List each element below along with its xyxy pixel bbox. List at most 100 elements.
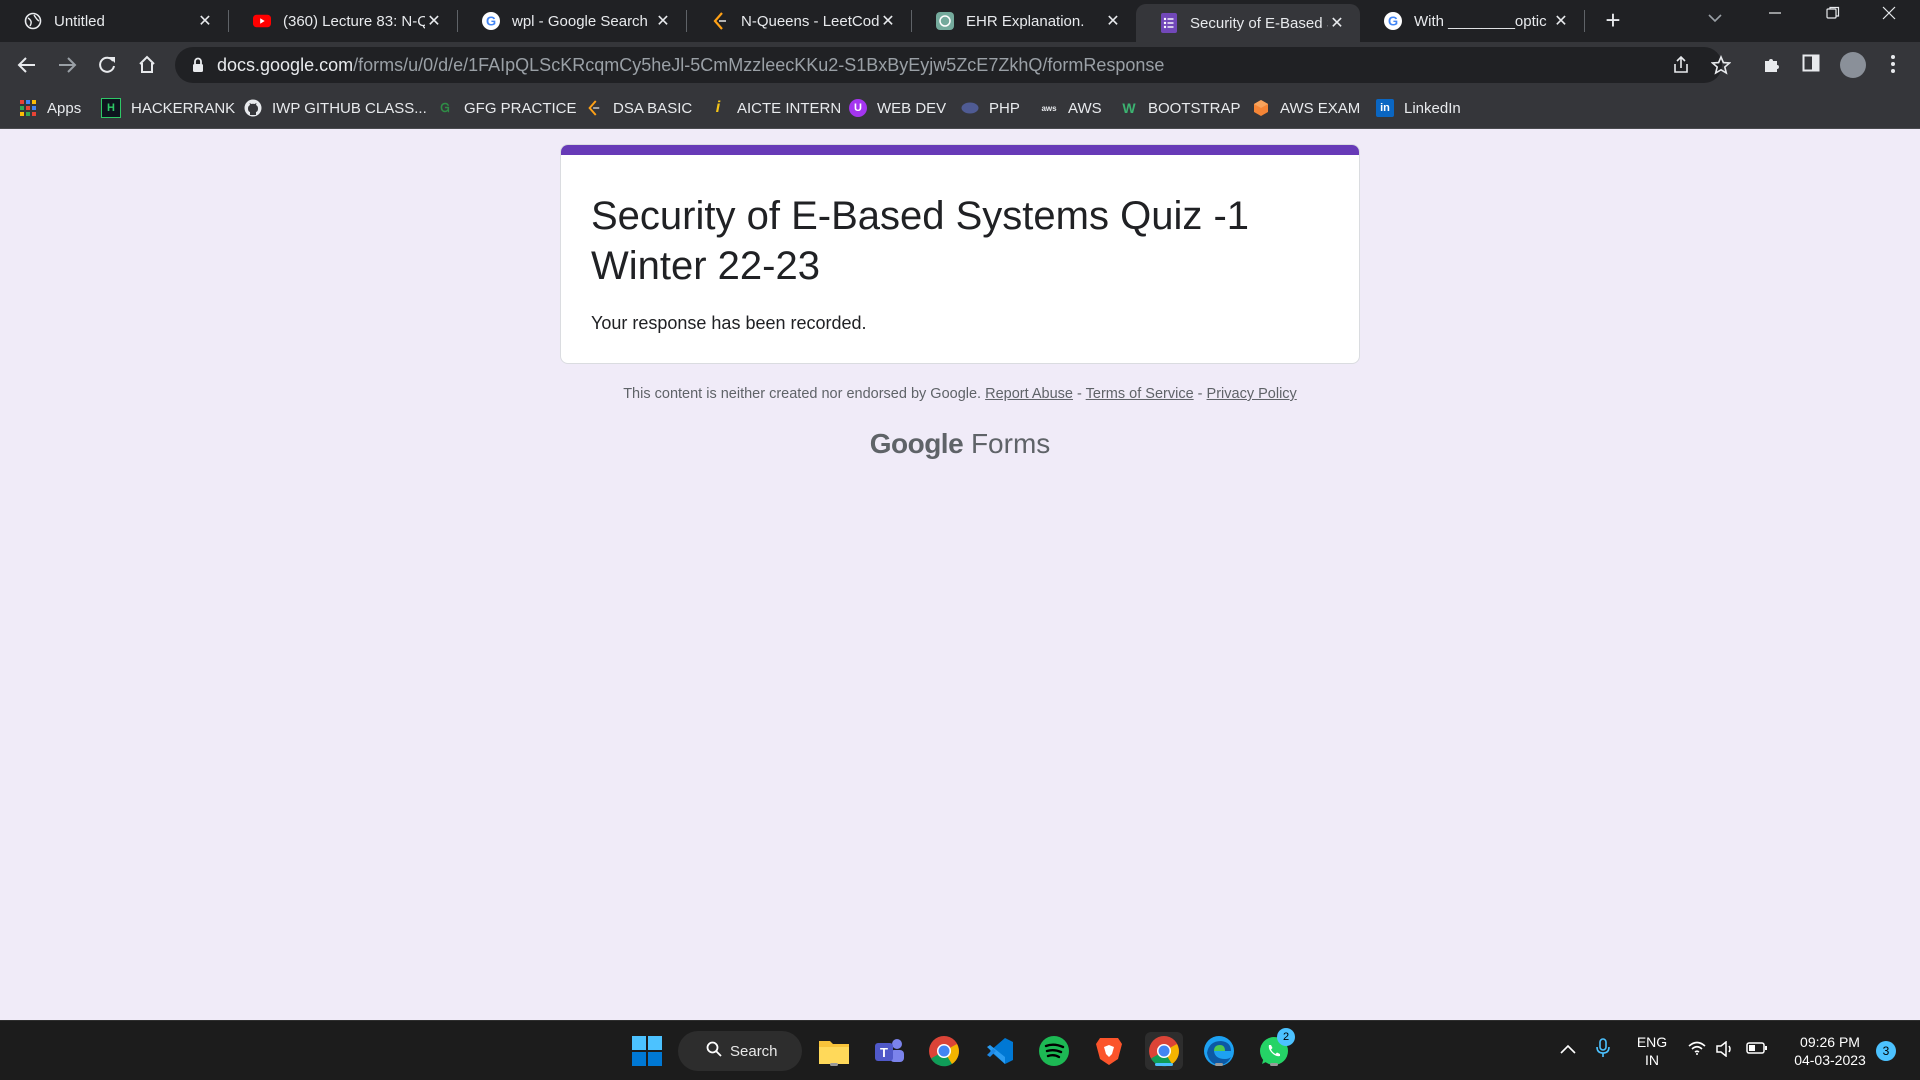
report-abuse-link[interactable]: Report Abuse: [985, 386, 1073, 402]
close-icon[interactable]: ✕: [879, 11, 897, 31]
system-clock[interactable]: 09:26 PM 04-03-2023: [1780, 1033, 1880, 1069]
close-icon[interactable]: ✕: [1104, 11, 1122, 31]
close-icon[interactable]: ✕: [425, 11, 443, 31]
aicte-icon: i: [715, 99, 721, 116]
vscode-icon[interactable]: [980, 1032, 1018, 1070]
bookmark-dsa-basic[interactable]: DSA BASIC: [585, 88, 692, 128]
form-title: Security of E-Based Systems Quiz -1 Wint…: [591, 194, 1250, 288]
tab-search-chevron-icon[interactable]: [1708, 10, 1722, 26]
bookmark-label: IWP GITHUB CLASS...: [272, 99, 427, 117]
tab-title: With ________optic: [1414, 12, 1547, 30]
windows-start-icon[interactable]: [628, 1032, 666, 1070]
whatsapp-icon[interactable]: 2: [1255, 1028, 1295, 1070]
tab-google-search[interactable]: G wpl - Google Search ✕: [458, 0, 686, 42]
bookmark-apps[interactable]: Apps: [19, 88, 81, 128]
tab-untitled[interactable]: Untitled ✕: [0, 0, 228, 42]
brand-forms: Forms: [970, 428, 1051, 459]
leetcode-icon: [711, 12, 729, 30]
new-tab-button[interactable]: +: [1600, 7, 1626, 34]
globe-icon: [24, 12, 42, 30]
share-icon[interactable]: [1671, 55, 1691, 80]
running-indicator: [1270, 1063, 1278, 1066]
search-label: Search: [730, 1042, 778, 1060]
aws-icon: aws: [1041, 103, 1057, 113]
close-window-button[interactable]: [1882, 6, 1896, 25]
bookmark-label: LinkedIn: [1404, 99, 1461, 117]
taskbar-search-box[interactable]: Search: [678, 1031, 802, 1071]
menu-kebab-icon[interactable]: [1890, 54, 1896, 79]
reload-button[interactable]: [92, 50, 122, 80]
spotify-icon[interactable]: [1035, 1032, 1073, 1070]
close-icon[interactable]: ✕: [1552, 11, 1570, 31]
close-icon[interactable]: ✕: [654, 11, 672, 31]
close-icon[interactable]: ✕: [196, 11, 214, 31]
running-indicator: [1215, 1063, 1223, 1066]
google-forms-logo[interactable]: Google Forms: [560, 428, 1360, 460]
link-separator: -: [1197, 386, 1203, 402]
bookmark-gfg-practice[interactable]: Ꮐ GFG PRACTICE: [436, 88, 577, 128]
bookmark-label: PHP: [989, 99, 1020, 117]
bookmark-iwp-github[interactable]: IWP GITHUB CLASS...: [244, 88, 427, 128]
input-language-indicator[interactable]: ENG IN: [1636, 1033, 1668, 1069]
extensions-puzzle-icon[interactable]: [1762, 54, 1782, 79]
privacy-policy-link[interactable]: Privacy Policy: [1207, 386, 1297, 402]
file-explorer-icon[interactable]: [815, 1032, 853, 1070]
disclaimer-text: This content is neither created nor endo…: [623, 386, 982, 402]
home-button[interactable]: [132, 50, 162, 80]
volume-icon[interactable]: [1716, 1040, 1734, 1061]
bookmark-label: AICTE INTERN: [737, 99, 842, 117]
tab-title: (360) Lecture 83: N-Q: [283, 12, 425, 30]
brave-icon[interactable]: [1090, 1032, 1128, 1070]
gfg-icon: Ꮐ: [440, 100, 450, 115]
tab-security-form[interactable]: Security of E-Based Sy ✕: [1136, 4, 1360, 42]
terms-of-service-link[interactable]: Terms of Service: [1086, 386, 1194, 402]
response-recorded-message: Your response has been recorded.: [591, 313, 867, 333]
form-accent-bar: [561, 145, 1359, 155]
bookmark-label: AWS EXAM: [1280, 99, 1361, 117]
tray-overflow-chevron-icon[interactable]: [1560, 1041, 1576, 1058]
url-path: /forms/u/0/d/e/1FAIpQLScKRcqmCy5heJl-5Cm…: [353, 55, 1165, 75]
bookmark-hackerrank[interactable]: H HACKERRANK: [101, 88, 235, 128]
bookmark-label: DSA BASIC: [613, 99, 693, 117]
chrome-active-icon[interactable]: [1145, 1032, 1183, 1070]
microphone-icon[interactable]: [1596, 1038, 1610, 1062]
bookmark-label: GFG PRACTICE: [464, 99, 577, 117]
address-bar[interactable]: docs.google.com/forms/u/0/d/e/1FAIpQLScK…: [175, 47, 1732, 83]
bookmark-linkedin[interactable]: in LinkedIn: [1376, 88, 1461, 128]
wifi-icon[interactable]: [1688, 1041, 1706, 1059]
tab-title: N-Queens - LeetCode: [741, 12, 879, 30]
teams-icon[interactable]: T: [870, 1032, 908, 1070]
edge-icon[interactable]: [1200, 1032, 1238, 1070]
close-icon[interactable]: ✕: [1328, 13, 1346, 33]
bookmark-aws-exam[interactable]: AWS EXAM: [1252, 88, 1360, 128]
url-text[interactable]: docs.google.com/forms/u/0/d/e/1FAIpQLScK…: [217, 47, 1164, 83]
region-code: IN: [1645, 1052, 1659, 1068]
chrome-icon[interactable]: [925, 1032, 963, 1070]
bookmark-bootstrap[interactable]: W BOOTSTRAP: [1120, 88, 1241, 128]
form-response-card: Security of E-Based Systems Quiz -1 Wint…: [560, 144, 1360, 364]
bookmark-php[interactable]: PHP: [961, 88, 1020, 128]
forward-button[interactable]: [52, 50, 82, 80]
tab-leetcode[interactable]: N-Queens - LeetCode ✕: [687, 0, 911, 42]
minimize-button[interactable]: [1768, 6, 1782, 25]
tab-youtube-lecture[interactable]: (360) Lecture 83: N-Q ✕: [229, 0, 457, 42]
bookmark-aws[interactable]: aws AWS: [1040, 88, 1101, 128]
bookmark-star-icon[interactable]: [1710, 54, 1732, 80]
google-icon: G: [1384, 12, 1402, 30]
back-button[interactable]: [12, 50, 42, 80]
bookmark-label: BOOTSTRAP: [1148, 99, 1241, 117]
notification-count-badge[interactable]: 3: [1876, 1041, 1896, 1061]
battery-icon[interactable]: [1746, 1041, 1768, 1059]
browser-toolbar: docs.google.com/forms/u/0/d/e/1FAIpQLScK…: [0, 42, 1920, 88]
bookmark-web-dev[interactable]: U WEB DEV: [849, 88, 946, 128]
bookmark-aicte-intern[interactable]: i AICTE INTERN: [709, 88, 841, 128]
windows-taskbar: Search T 2 ENG IN 09:26 PM 04-03-2023 3: [0, 1020, 1920, 1080]
profile-avatar[interactable]: [1840, 52, 1866, 78]
tab-google-search-2[interactable]: G With ________optic ✕: [1360, 0, 1584, 42]
google-forms-icon: [1160, 13, 1178, 33]
youtube-icon: [253, 12, 271, 30]
side-panel-icon[interactable]: [1802, 54, 1820, 77]
restore-button[interactable]: [1826, 6, 1840, 25]
lock-icon[interactable]: [192, 57, 204, 78]
tab-ehr-explanation[interactable]: EHR Explanation. ✕: [912, 0, 1136, 42]
